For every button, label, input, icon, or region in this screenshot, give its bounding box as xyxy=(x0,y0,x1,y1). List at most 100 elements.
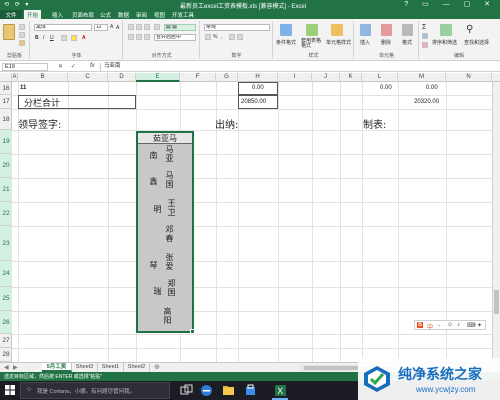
tab-formulas[interactable]: 公式 xyxy=(100,11,111,19)
tab-file[interactable]: 文件 xyxy=(0,10,22,19)
column-header-g[interactable]: G xyxy=(216,73,238,82)
cell-m17[interactable]: 20320.00 xyxy=(414,99,439,105)
merge-center-button[interactable]: 合并后居中 xyxy=(154,34,196,41)
align-right-icon[interactable] xyxy=(144,34,150,40)
ime-keyboard-icon[interactable]: ⌨ xyxy=(467,322,476,329)
format-cells-label[interactable]: 格式 xyxy=(402,39,412,46)
number-format-select[interactable]: 常规 xyxy=(204,24,270,31)
file-explorer-icon[interactable] xyxy=(222,384,235,397)
row-header-25[interactable]: 25 xyxy=(0,287,12,311)
cancel-confirm-icons[interactable]: ✕ ✓ xyxy=(58,63,79,70)
column-header-i[interactable]: I xyxy=(278,73,312,82)
comma-icon[interactable]: , xyxy=(221,34,222,40)
window-controls[interactable]: ? ▭ — ▢ ✕ xyxy=(404,0,496,8)
sheet-tab-sheet2[interactable]: Sheet2 xyxy=(124,363,150,372)
column-header-h[interactable]: H xyxy=(238,73,278,82)
insert-cells-label[interactable]: 插入 xyxy=(360,39,370,46)
format-painter-icon[interactable] xyxy=(19,40,25,46)
ime-lang-icon[interactable]: 中 xyxy=(427,322,433,331)
fill-color-icon[interactable] xyxy=(71,35,77,41)
row-header-20[interactable]: 20 xyxy=(0,154,12,178)
name-box[interactable]: E19 xyxy=(2,63,48,71)
format-as-table-icon[interactable] xyxy=(306,24,318,36)
cell-h16[interactable]: 0.00 xyxy=(252,85,264,91)
align-center-icon[interactable] xyxy=(136,34,142,40)
tab-home[interactable]: 开始 xyxy=(24,10,42,19)
clear-icon[interactable] xyxy=(422,42,428,48)
quick-access-toolbar[interactable]: ⟲ ⟳ ▾ xyxy=(4,1,30,8)
column-header-f[interactable]: F xyxy=(180,73,216,82)
row-header-22[interactable]: 22 xyxy=(0,202,12,226)
percent-icon[interactable]: % xyxy=(213,34,217,40)
column-header-k[interactable]: K xyxy=(340,73,362,82)
sheet-tab-sheet1[interactable]: Sheet1 xyxy=(98,363,124,372)
cell-styles-label[interactable]: 单元格样式 xyxy=(326,39,351,46)
tab-page-layout[interactable]: 页面布局 xyxy=(72,11,94,19)
font-size-select[interactable]: 12 xyxy=(94,24,108,31)
names-header-cell[interactable]: 茹亚马 xyxy=(138,133,192,144)
cell-a16[interactable]: 11 xyxy=(20,85,26,91)
align-middle-icon[interactable] xyxy=(136,24,142,30)
paste-icon[interactable] xyxy=(3,24,15,40)
column-header-l[interactable]: L xyxy=(362,73,398,82)
sogou-icon[interactable]: S xyxy=(417,322,424,328)
wrap-text-button[interactable]: ▤ ▤ xyxy=(164,24,196,31)
ime-toolbar[interactable]: S 中 ·, ☺ ♪ ⌨ ✦ xyxy=(414,320,486,331)
underline-icon[interactable]: U xyxy=(50,35,54,41)
insert-cells-icon[interactable] xyxy=(360,24,371,36)
italic-icon[interactable]: I xyxy=(43,35,44,41)
excel-taskbar-icon[interactable]: X xyxy=(274,384,287,397)
fill-icon[interactable] xyxy=(422,33,428,39)
vertical-scrollbar[interactable] xyxy=(492,82,500,362)
row-header-21[interactable]: 21 xyxy=(0,178,12,202)
fill-handle[interactable] xyxy=(190,329,195,334)
row-header-17[interactable]: 17 xyxy=(0,95,12,109)
edge-browser-icon[interactable] xyxy=(200,384,213,397)
delete-cells-icon[interactable] xyxy=(381,24,392,36)
sheet-tab-sheet3[interactable]: Sheet3 xyxy=(72,363,98,372)
cortana-search-box[interactable]: ○ 我是 Cortana，小娜。有问题尽管问我。 xyxy=(20,382,170,399)
decrease-decimal-icon[interactable] xyxy=(237,34,243,40)
column-header-d[interactable]: D xyxy=(108,73,136,82)
sheet-nav-prev-icon[interactable]: ◀ xyxy=(4,364,9,371)
vertical-scroll-thumb[interactable] xyxy=(494,290,499,314)
border-icon[interactable] xyxy=(61,35,67,41)
selected-names-range[interactable]: 茹亚马 南 马亚 鑫 马国 明 王卫 邓春 琴 张爱 瑞 郑国 高阳 xyxy=(136,131,195,334)
row-header-18[interactable]: 18 xyxy=(0,109,12,130)
format-as-table-label[interactable]: 套用表格格式 xyxy=(301,39,323,49)
cell-m16[interactable]: 0.00 xyxy=(426,85,438,91)
column-header-j[interactable]: J xyxy=(312,73,340,82)
sheet-nav-next-icon[interactable]: ▶ xyxy=(13,364,18,371)
orientation-icon[interactable] xyxy=(154,24,160,30)
row-header-27[interactable]: 27 xyxy=(0,334,12,348)
align-left-icon[interactable] xyxy=(128,34,134,40)
cell-b17[interactable]: 分栏合计 xyxy=(24,96,60,109)
cut-icon[interactable] xyxy=(19,24,25,30)
row-header-23[interactable]: 23 xyxy=(0,226,12,261)
align-top-icon[interactable] xyxy=(128,24,134,30)
column-header-m[interactable]: M xyxy=(398,73,446,82)
conditional-format-label[interactable]: 条件格式 xyxy=(276,39,296,46)
find-select-label[interactable]: 查找和选择 xyxy=(464,39,489,46)
cell-l16[interactable]: 0.00 xyxy=(380,85,392,91)
row-header-26[interactable]: 26 xyxy=(0,311,12,334)
sort-filter-icon[interactable] xyxy=(440,24,452,36)
currency-icon[interactable] xyxy=(205,34,211,40)
copy-icon[interactable] xyxy=(19,32,25,38)
ime-voice-icon[interactable]: ♪ xyxy=(457,322,460,328)
cell-h17[interactable]: 20850.00 xyxy=(241,99,266,105)
format-cells-icon[interactable] xyxy=(402,24,413,36)
align-bottom-icon[interactable] xyxy=(144,24,150,30)
shrink-font-icon[interactable]: A xyxy=(116,25,119,31)
sheet-tab-may-salary[interactable]: 5月工资 xyxy=(42,363,72,372)
tab-view[interactable]: 视图 xyxy=(154,11,165,19)
tab-insert[interactable]: 插入 xyxy=(52,11,63,19)
conditional-format-icon[interactable] xyxy=(280,24,292,36)
column-header-n[interactable]: N xyxy=(446,73,492,82)
increase-decimal-icon[interactable] xyxy=(229,34,235,40)
column-header-c[interactable]: C xyxy=(68,73,108,82)
autosum-icon[interactable]: Σ xyxy=(422,24,426,31)
font-color-icon[interactable]: A xyxy=(82,35,86,41)
add-sheet-button[interactable]: ⊕ xyxy=(154,363,160,371)
find-select-icon[interactable]: ⚲ xyxy=(466,24,473,35)
